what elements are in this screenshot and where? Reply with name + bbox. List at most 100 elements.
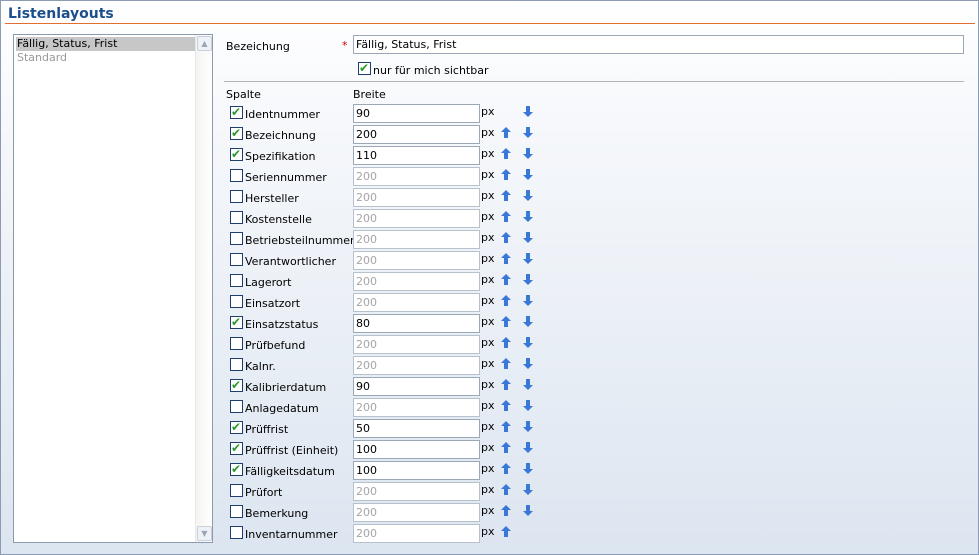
layout-name-input[interactable]: Fällig, Status, Frist [353,35,964,54]
move-up-icon[interactable] [501,358,513,370]
move-down-icon[interactable] [523,463,535,475]
move-up-icon[interactable] [501,337,513,349]
column-width-input[interactable]: 200 [353,230,480,249]
move-up-icon[interactable] [501,253,513,265]
column-width-input[interactable]: 200 [353,167,480,186]
move-up-icon[interactable] [501,421,513,433]
width-unit: px [481,189,495,202]
move-up-icon[interactable] [501,379,513,391]
column-visible-checkbox[interactable]: ✔ [230,378,243,392]
column-visible-checkbox[interactable]: ✔ [230,441,243,455]
column-width-input[interactable]: 200 [353,251,480,270]
move-down-icon[interactable] [523,148,535,160]
move-up-icon[interactable] [501,442,513,454]
column-visible-checkbox[interactable]: ✔ [230,126,243,140]
column-width-input[interactable]: 100 [353,440,480,459]
column-visible-checkbox[interactable] [230,190,243,203]
column-visible-checkbox[interactable] [230,358,243,371]
layout-list-item[interactable]: Fällig, Status, Frist [16,37,196,51]
column-width-input[interactable]: 200 [353,356,480,375]
column-width-input[interactable]: 90 [353,377,480,396]
column-visible-checkbox[interactable]: ✔ [230,462,243,476]
move-up-icon[interactable] [501,127,513,139]
move-down-icon[interactable] [523,295,535,307]
move-up-icon[interactable] [501,232,513,244]
checkmark-icon: ✔ [231,147,242,161]
column-width-input[interactable]: 110 [353,146,480,165]
column-visible-checkbox[interactable] [230,295,243,308]
column-visible-checkbox[interactable] [230,274,243,287]
scroll-up-icon[interactable]: ▲ [197,36,212,51]
column-row: Lagerort 200 px [1,272,979,293]
column-visible-checkbox[interactable]: ✔ [230,420,243,434]
move-up-icon[interactable] [501,526,513,538]
column-width-input[interactable]: 100 [353,461,480,480]
layout-list-item[interactable]: Standard [16,51,196,65]
column-width-input[interactable]: 200 [353,125,480,144]
column-visible-checkbox[interactable]: ✔ [230,315,243,329]
move-down-icon[interactable] [523,211,535,223]
move-down-icon[interactable] [523,337,535,349]
column-visible-checkbox[interactable] [230,400,243,413]
column-name: Kalnr. [245,360,276,373]
column-visible-checkbox[interactable]: ✔ [230,105,243,119]
move-up-icon[interactable] [501,316,513,328]
move-down-icon[interactable] [523,421,535,433]
move-down-icon[interactable] [523,379,535,391]
move-up-icon[interactable] [501,400,513,412]
column-width-input[interactable]: 200 [353,272,480,291]
move-down-icon[interactable] [523,232,535,244]
checkmark-icon: ✔ [231,420,242,434]
move-down-icon[interactable] [523,127,535,139]
width-unit: px [481,504,495,517]
column-width-input[interactable]: 200 [353,188,480,207]
column-visible-checkbox[interactable] [230,337,243,350]
column-width-input[interactable]: 200 [353,293,480,312]
column-visible-checkbox[interactable] [230,484,243,497]
move-up-icon[interactable] [501,211,513,223]
move-down-icon[interactable] [523,505,535,517]
page-title: Listenlayouts [8,6,114,22]
width-unit: px [481,462,495,475]
column-width-input[interactable]: 80 [353,314,480,333]
column-width-input[interactable]: 200 [353,398,480,417]
move-down-icon[interactable] [523,400,535,412]
column-width-input[interactable]: 50 [353,419,480,438]
width-unit: px [481,147,495,160]
move-up-icon[interactable] [501,484,513,496]
move-up-icon[interactable] [501,274,513,286]
column-visible-checkbox[interactable] [230,253,243,266]
column-visible-checkbox[interactable]: ✔ [230,147,243,161]
move-down-icon[interactable] [523,253,535,265]
column-width-input[interactable]: 200 [353,335,480,354]
column-width-input[interactable]: 200 [353,482,480,501]
column-width-input[interactable]: 200 [353,503,480,522]
move-down-icon[interactable] [523,106,535,118]
move-up-icon[interactable] [501,148,513,160]
column-width-input[interactable]: 200 [353,524,480,543]
listenlayouts-window: Listenlayouts Fällig, Status, Frist Stan… [0,0,979,555]
width-unit: px [481,399,495,412]
column-visible-checkbox[interactable] [230,169,243,182]
column-visible-checkbox[interactable] [230,526,243,539]
column-visible-checkbox[interactable] [230,232,243,245]
column-visible-checkbox[interactable] [230,505,243,518]
move-down-icon[interactable] [523,169,535,181]
move-down-icon[interactable] [523,316,535,328]
column-width-input[interactable]: 90 [353,104,480,123]
column-name: Kostenstelle [245,213,312,226]
move-down-icon[interactable] [523,442,535,454]
move-down-icon[interactable] [523,274,535,286]
column-width-input[interactable]: 200 [353,209,480,228]
move-up-icon[interactable] [501,169,513,181]
move-down-icon[interactable] [523,358,535,370]
column-visible-checkbox[interactable] [230,211,243,224]
move-up-icon[interactable] [501,295,513,307]
move-down-icon[interactable] [523,484,535,496]
move-up-icon[interactable] [501,463,513,475]
width-unit: px [481,126,495,139]
move-up-icon[interactable] [501,505,513,517]
move-up-icon[interactable] [501,190,513,202]
move-down-icon[interactable] [523,190,535,202]
private-checkbox[interactable]: ✔ [358,61,371,75]
